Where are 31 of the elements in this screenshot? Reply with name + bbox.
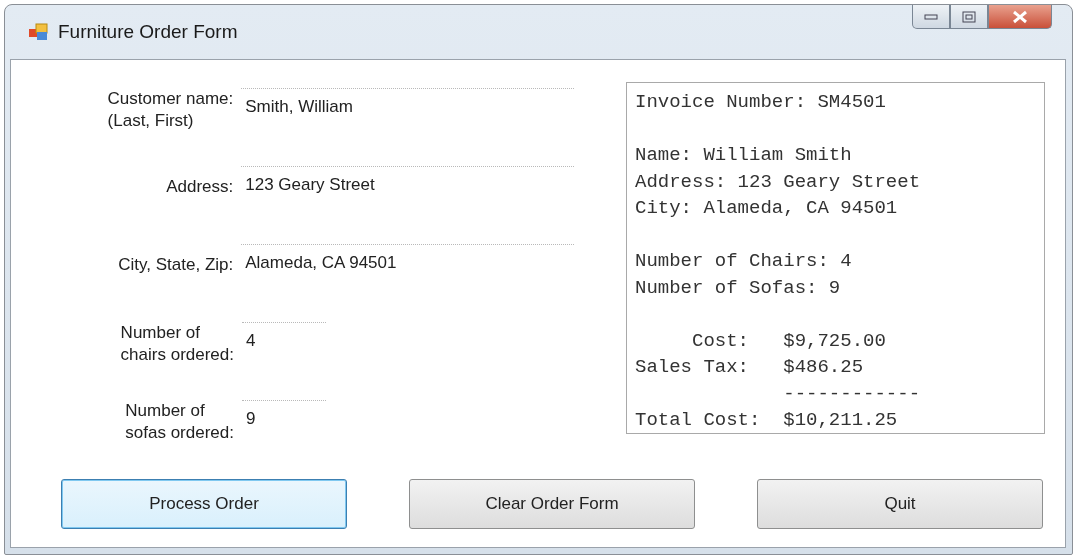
app-icon [28,23,48,41]
maximize-icon [962,10,976,23]
minimize-icon [924,13,938,20]
number-field[interactable]: 9 [242,400,326,439]
invoice-line: City: Alameda, CA 94501 [635,196,899,221]
form-button[interactable]: Quit [757,479,1043,529]
form-button[interactable]: Clear Order Form [409,479,695,529]
window-title: Furniture Order Form [58,21,239,43]
invoice-line: ------------ [782,381,922,407]
invoice-line: Invoice Number: SM4501 [635,90,887,115]
field-label: Number of chairs ordered: [120,322,234,366]
field-label: Address: [166,176,234,198]
field-label: Customer name: (Last, First) [107,88,234,132]
invoice-line: Total Cost: $10,211.25 [635,408,899,433]
close-icon [1011,9,1029,24]
form-button[interactable]: Process Order [61,479,347,529]
invoice-line: Number of Chairs: 4 [635,249,853,274]
close-button[interactable] [988,5,1052,29]
field-label: Number of sofas ordered: [125,400,234,444]
field-label: City, State, Zip: [118,254,234,276]
maximize-button[interactable] [950,5,988,29]
invoice-line: Number of Sofas: 9 [635,275,842,301]
minimize-button[interactable] [912,5,950,29]
invoice-line: Name: William Smith [635,143,853,168]
text-field[interactable]: Smith, William [241,88,574,127]
invoice-line: Sales Tax: $486.25 [635,355,865,380]
invoice-line: Cost: $9,725.00 [691,328,887,354]
text-field[interactable]: Alameda, CA 94501 [241,244,574,283]
number-field[interactable]: 4 [242,322,326,361]
invoice-line: Address: 123 Geary Street [635,169,922,195]
text-field[interactable]: 123 Geary Street [241,166,574,205]
